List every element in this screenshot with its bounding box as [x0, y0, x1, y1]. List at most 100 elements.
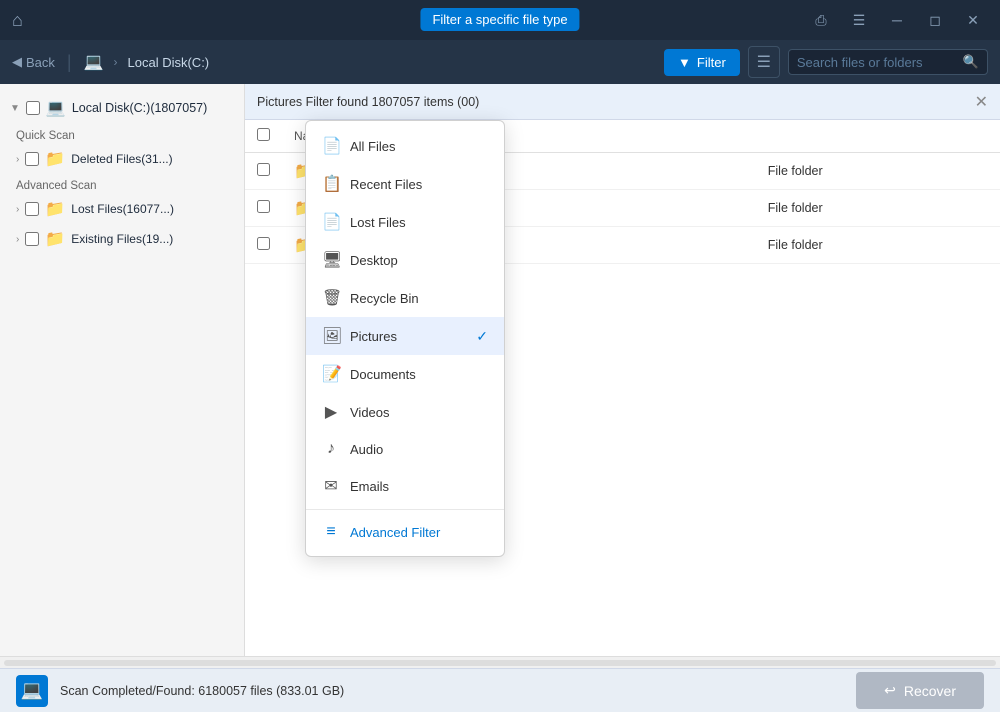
dropdown-item-recent-files[interactable]: 📋Recent Files: [306, 165, 504, 203]
sidebar-drive-item[interactable]: ▼ 💻 Local Disk(C:)(1807057): [0, 92, 244, 124]
navbar: ◀ Back | 💻 › Local Disk(C:) ▼ Filter ☰ 🔍: [0, 40, 1000, 84]
scrollbar-area: [0, 656, 1000, 668]
advanced-filter-icon: ≡: [322, 523, 340, 541]
content-close-button[interactable]: ✕: [975, 92, 988, 112]
minimize-button[interactable]: ─: [882, 5, 912, 35]
sidebar-existing-checkbox[interactable]: [25, 232, 39, 246]
dropdown-item-pictures[interactable]: 🖼 Pictures ✓: [306, 317, 504, 355]
dropdown-divider: [306, 509, 504, 510]
recover-button[interactable]: ↩ Recover: [856, 672, 984, 709]
dropdown-item-desktop[interactable]: 🖥 Desktop: [306, 241, 504, 279]
row-checkbox-cell: [245, 190, 282, 227]
dropdown-item-documents[interactable]: 📝Documents: [306, 355, 504, 393]
sidebar-item-expand: ›: [16, 154, 19, 165]
titlebar: ⌂ Filter a specific file type ⎙ ☰ ─ ◻ ✕: [0, 0, 1000, 40]
recent-files-label: Recent Files: [350, 177, 422, 192]
pictures-label: Pictures: [350, 329, 397, 344]
audio-label: Audio: [350, 442, 383, 457]
status-icon: 💻: [16, 675, 48, 707]
sidebar-existing-files[interactable]: › 📁 Existing Files(19...): [0, 224, 244, 254]
dropdown-item-recycle-bin[interactable]: 🗑Recycle Bin: [306, 279, 504, 317]
back-arrow-icon: ◀: [12, 54, 22, 70]
sidebar-lost-files[interactable]: › 📁 Lost Files(16077...): [0, 194, 244, 224]
main-layout: ▼ 💻 Local Disk(C:)(1807057) Quick Scan ›…: [0, 84, 1000, 656]
videos-icon: ▶: [322, 402, 340, 422]
computer-status-icon: 💻: [21, 680, 43, 701]
sidebar-drive-checkbox[interactable]: [26, 101, 40, 115]
window-controls: ⎙ ☰ ─ ◻ ✕: [806, 5, 988, 35]
filter-icon: ▼: [678, 55, 691, 70]
breadcrumb-arrow: ›: [114, 55, 118, 69]
folder-icon-2: 📁: [45, 199, 65, 219]
row-type-cell: File folder: [756, 153, 1000, 190]
content-header: Pictures Filter found 1807057 items (00)…: [245, 84, 1000, 120]
search-icon[interactable]: 🔍: [963, 54, 979, 70]
back-label: Back: [26, 55, 55, 70]
dropdown-item-advanced-filter[interactable]: ≡ Advanced Filter: [306, 514, 504, 550]
view-menu-button[interactable]: ☰: [748, 46, 780, 78]
tooltip-banner: Filter a specific file type: [420, 8, 579, 31]
desktop-label: Desktop: [350, 253, 398, 268]
nav-separator: |: [67, 52, 72, 73]
restore-button[interactable]: ◻: [920, 5, 950, 35]
row-checkbox-cell: [245, 153, 282, 190]
folder-icon-3: 📁: [45, 229, 65, 249]
col-size-header: [681, 120, 755, 153]
row-checkbox[interactable]: [257, 163, 270, 176]
sidebar: ▼ 💻 Local Disk(C:)(1807057) Quick Scan ›…: [0, 84, 245, 656]
computer-icon: 💻: [84, 52, 104, 72]
dropdown-item-audio[interactable]: ♪ Audio: [306, 431, 504, 467]
recover-icon: ↩: [884, 682, 896, 699]
home-icon[interactable]: ⌂: [12, 10, 23, 31]
active-check-icon: ✓: [476, 328, 488, 345]
audio-icon: ♪: [322, 440, 340, 458]
statusbar: 💻 Scan Completed/Found: 6180057 files (8…: [0, 668, 1000, 712]
close-button[interactable]: ✕: [958, 5, 988, 35]
quick-scan-label: Quick Scan: [0, 124, 244, 144]
row-size-cell: [681, 227, 755, 264]
sidebar-lost-checkbox[interactable]: [25, 202, 39, 216]
sidebar-deleted-files[interactable]: › 📁 Deleted Files(31...): [0, 144, 244, 174]
row-type-cell: File folder: [756, 227, 1000, 264]
sidebar-drive-label: Local Disk(C:)(1807057): [72, 101, 207, 115]
sidebar-lost-expand: ›: [16, 204, 19, 215]
content-area: Pictures Filter found 1807057 items (00)…: [245, 84, 1000, 656]
filter-button[interactable]: ▼ Filter: [664, 49, 740, 76]
lost-files-label: Lost Files: [350, 215, 406, 230]
back-button[interactable]: ◀ Back: [12, 54, 55, 70]
sidebar-deleted-checkbox[interactable]: [25, 152, 39, 166]
menu-button[interactable]: ☰: [844, 5, 874, 35]
sidebar-lost-label: Lost Files(16077...): [71, 202, 174, 216]
row-size-cell: [681, 190, 755, 227]
emails-icon: ✉: [322, 476, 340, 496]
dropdown-item-lost-files[interactable]: 📄 Lost Files: [306, 203, 504, 241]
dropdown-item-videos[interactable]: ▶ Videos: [306, 393, 504, 431]
search-box: 🔍: [788, 49, 988, 75]
documents-label: Documents: [350, 367, 416, 382]
status-text: Scan Completed/Found: 6180057 files (833…: [60, 684, 344, 698]
select-all-checkbox[interactable]: [257, 128, 270, 141]
desktop-icon: 🖥: [322, 250, 340, 270]
row-checkbox-cell: [245, 227, 282, 264]
lost-files-icon: 📄: [322, 212, 340, 232]
filter-dropdown: 📄All Files📋Recent Files 📄 Lost Files 🖥 Deskt…: [305, 120, 505, 557]
filter-label: Filter: [697, 55, 726, 70]
emails-label: Emails: [350, 479, 389, 494]
advanced-filter-label: Advanced Filter: [350, 525, 440, 540]
col-type-header: [756, 120, 1000, 153]
dropdown-item-all-files[interactable]: 📄All Files: [306, 127, 504, 165]
recycle-bin-icon: 🗑: [322, 288, 340, 308]
row-checkbox[interactable]: [257, 237, 270, 250]
scrollbar-track[interactable]: [4, 660, 996, 666]
sidebar-expand-arrow: ▼: [10, 103, 20, 114]
videos-label: Videos: [350, 405, 390, 420]
advanced-scan-label: Advanced Scan: [0, 174, 244, 194]
all-files-label: All Files: [350, 139, 396, 154]
share-button[interactable]: ⎙: [806, 5, 836, 35]
row-checkbox[interactable]: [257, 200, 270, 213]
pictures-icon: 🖼: [322, 326, 340, 346]
search-input[interactable]: [797, 55, 957, 70]
row-size-cell: [681, 153, 755, 190]
sidebar-existing-expand: ›: [16, 234, 19, 245]
dropdown-item-emails[interactable]: ✉ Emails: [306, 467, 504, 505]
